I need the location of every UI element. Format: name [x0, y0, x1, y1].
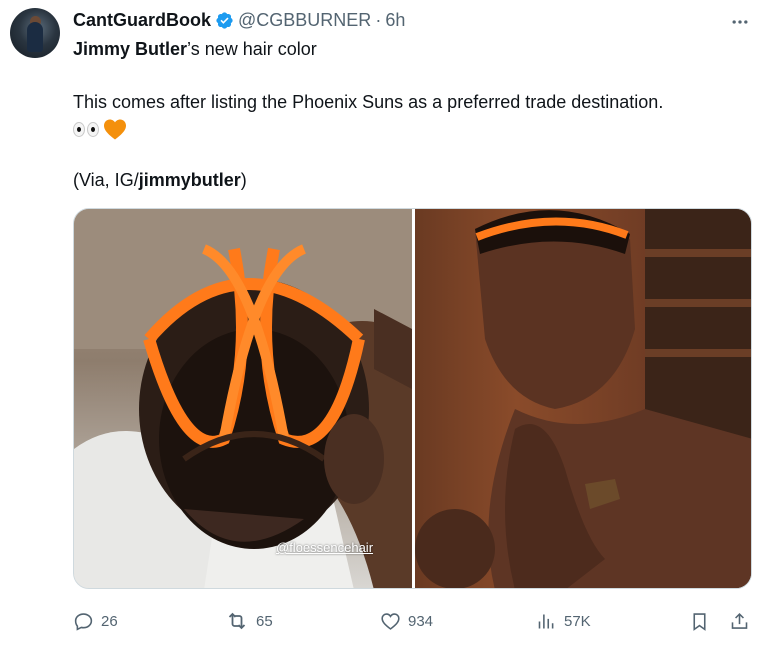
like-count: 934: [408, 612, 434, 630]
photo-portrait[interactable]: [415, 209, 751, 588]
more-options-icon[interactable]: [728, 10, 752, 34]
share-button[interactable]: [729, 607, 750, 635]
photo-watermark: @floessencehair: [276, 540, 374, 555]
braids-illustration: [74, 209, 412, 588]
reply-count: 26: [101, 612, 118, 630]
repost-button[interactable]: 65: [225, 607, 273, 635]
portrait-illustration: [415, 209, 751, 588]
author-name[interactable]: CantGuardBook: [73, 10, 211, 31]
repost-count: 65: [256, 612, 273, 630]
verified-badge-icon: [216, 11, 233, 29]
author-handle[interactable]: @CGBBURNER: [238, 10, 371, 31]
media-grid: @floessencehair: [73, 208, 752, 589]
tweet[interactable]: CantGuardBook @CGBBURNER · 6h Jimmy Butl…: [0, 0, 764, 647]
reply-button[interactable]: 26: [73, 607, 118, 635]
tweet-text-line-3: (Via, IG/jimmybutler): [73, 168, 247, 192]
eyes-emoji-icon: [73, 121, 99, 137]
separator-dot: ·: [375, 9, 382, 30]
bookmark-icon: [693, 612, 706, 631]
repost-icon: [228, 612, 246, 630]
ig-handle-link[interactable]: jimmybutler: [139, 170, 241, 190]
view-count: 57K: [564, 612, 591, 630]
text-fragment: (Via, IG/: [73, 170, 139, 190]
post-time[interactable]: 6h: [385, 10, 405, 31]
photo-braids-top-view[interactable]: @floessencehair: [74, 209, 412, 588]
orange-heart-icon: [104, 119, 126, 140]
mentioned-name: Jimmy Butler: [73, 39, 188, 59]
bookmark-button[interactable]: [689, 607, 710, 635]
share-icon: [731, 612, 748, 629]
reply-icon: [74, 612, 93, 631]
text-fragment: ): [240, 170, 247, 190]
emoji-row: [73, 117, 127, 141]
views-button[interactable]: 57K: [536, 607, 591, 635]
action-bar: 26 65 934 57K: [73, 607, 753, 635]
text-fragment: ’s new hair color: [187, 39, 317, 59]
analytics-icon: [538, 614, 554, 628]
heart-icon: [381, 612, 400, 630]
eye-right: [87, 121, 99, 137]
tweet-text-line-1: Jimmy Butler’s new hair color: [73, 37, 317, 61]
tweet-header: CantGuardBook @CGBBURNER · 6h: [73, 8, 405, 32]
eye-left: [73, 121, 85, 137]
like-button[interactable]: 934: [380, 607, 433, 635]
avatar-figure: [27, 22, 43, 52]
avatar[interactable]: [10, 8, 60, 58]
tweet-text-line-2: This comes after listing the Phoenix Sun…: [73, 92, 664, 112]
